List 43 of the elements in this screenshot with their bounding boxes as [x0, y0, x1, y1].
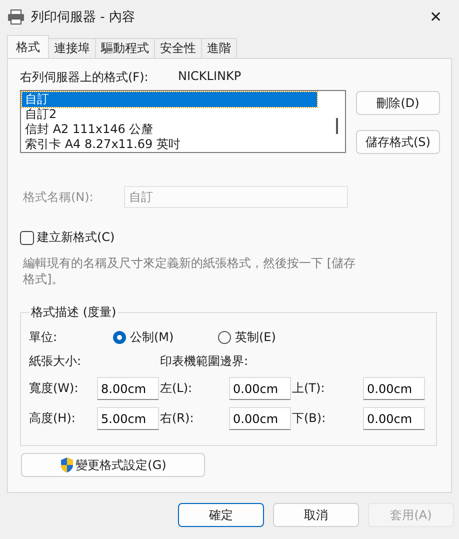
field-label: 下(B):	[292, 410, 327, 427]
field-label: 右(R):	[160, 410, 195, 427]
input-field[interactable]: 0.00cm	[363, 407, 425, 430]
radio-button[interactable]	[113, 330, 126, 344]
tab[interactable]: 格式	[7, 35, 49, 58]
list-item[interactable]: 信封 A2 111x146 公釐	[22, 122, 317, 137]
margins-label: 印表機範圍邊界:	[160, 353, 250, 370]
dialog-button[interactable]: 取消	[273, 503, 359, 527]
dialog-button[interactable]: 確定	[178, 503, 264, 527]
input-field[interactable]: 8.00cm	[97, 377, 159, 400]
form-name-label: 格式名稱(N):	[22, 188, 94, 206]
close-button[interactable]: ✕	[413, 2, 459, 32]
input-field[interactable]: 0.00cm	[229, 377, 291, 400]
input-field[interactable]: 5.00cm	[97, 407, 159, 430]
radio-label: 英制(E)	[235, 328, 276, 346]
units-label: 單位:	[29, 328, 58, 346]
server-name: NICKLINKP	[178, 69, 242, 85]
forms-label: 右列伺服器上的格式(F):	[20, 69, 150, 85]
input-field[interactable]: 0.00cm	[229, 407, 291, 430]
radio-button[interactable]	[218, 330, 231, 344]
radio-label: 公制(M)	[130, 328, 174, 346]
field-label: 上(T):	[292, 380, 326, 397]
hint-text: 編輯現有的名稱及尺寸來定義新的紙張格式，然後按一下 [儲存格式]。	[23, 255, 356, 287]
list-item[interactable]: 索引卡 A4 8.27x11.69 英吋	[22, 137, 317, 152]
window-title: 列印伺服器 - 內容	[31, 9, 135, 26]
shield-icon	[60, 457, 74, 473]
checkbox[interactable]	[20, 230, 34, 244]
checkbox-label: 建立新格式(C)	[37, 229, 115, 246]
tab[interactable]: 進階	[201, 38, 237, 58]
scrollbar-thumb[interactable]	[336, 118, 338, 134]
field-label: 寬度(W):	[29, 380, 80, 397]
forms-list[interactable]: 自訂 自訂2 信封 A2 111x146 公釐 索引卡 A4 8.27x11.69 英吋	[20, 90, 346, 153]
form-button[interactable]: 刪除(D)	[356, 91, 440, 115]
field-label: 左(L):	[160, 380, 194, 397]
form-button[interactable]: 儲存格式(S)	[356, 130, 440, 154]
group-title: 格式描述 (度量)	[30, 304, 118, 321]
field-label: 高度(H):	[29, 410, 76, 427]
input-field[interactable]: 0.00cm	[363, 377, 425, 400]
paper-size-label: 紙張大小:	[29, 353, 82, 370]
list-item[interactable]: 自訂	[22, 92, 317, 107]
printer-icon	[7, 9, 25, 25]
change-settings-button[interactable]: 變更格式設定(G)	[21, 453, 205, 477]
list-item[interactable]: 自訂2	[22, 107, 317, 122]
